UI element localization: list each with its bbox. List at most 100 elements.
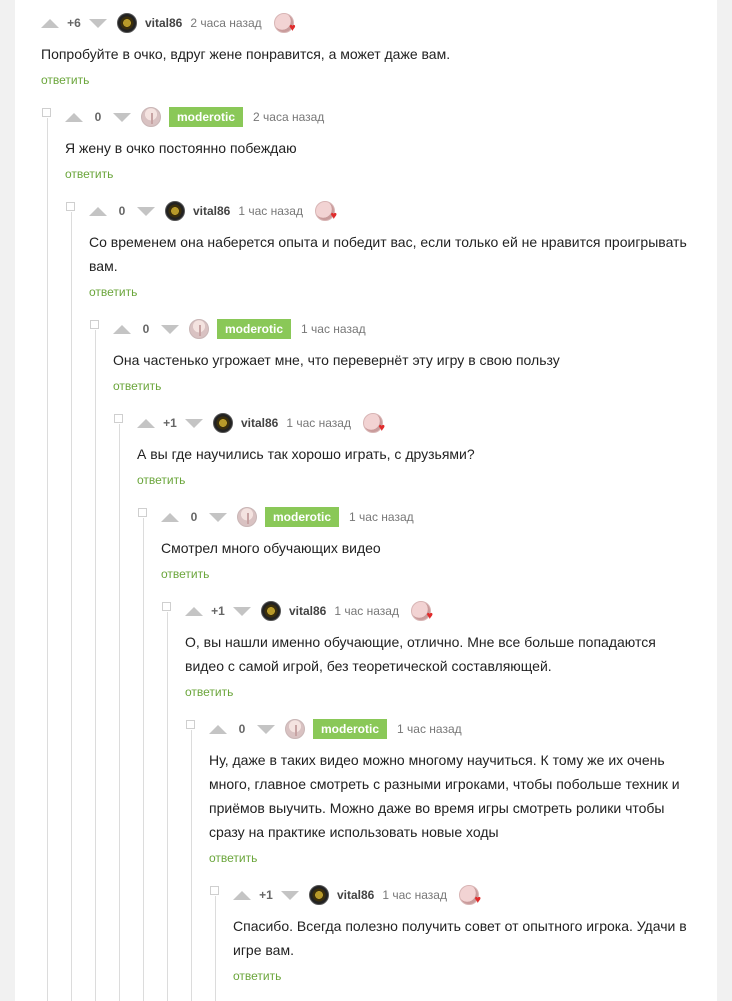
comment-header: 0 moderotic 1 час назад [209, 717, 474, 741]
thread-line[interactable] [95, 330, 96, 1001]
reply-link[interactable]: ответить [161, 567, 209, 581]
upvote-icon[interactable] [185, 606, 203, 616]
comment-header: 0 vital86 1 час назад ♥ [89, 199, 337, 223]
upvote-icon[interactable] [41, 18, 59, 28]
collapse-toggle[interactable] [162, 602, 171, 611]
downvote-icon[interactable] [113, 112, 131, 122]
upvote-icon[interactable] [65, 112, 83, 122]
rating-count: 0 [94, 110, 102, 124]
comment-text: Смотрел много обучающих видео [161, 540, 381, 556]
comments-thread: +6 vital86 2 часа назад ♥ Попробуйте в о… [15, 0, 717, 1001]
downvote-icon[interactable] [209, 512, 227, 522]
timestamp[interactable]: 1 час назад [397, 722, 462, 736]
timestamp[interactable]: 1 час назад [301, 322, 366, 336]
avatar[interactable] [141, 107, 161, 127]
comment-header: +6 vital86 2 часа назад ♥ [41, 11, 296, 35]
timestamp[interactable]: 2 часа назад [253, 110, 324, 124]
timestamp[interactable]: 1 час назад [286, 416, 351, 430]
award-icon[interactable]: ♥ [362, 413, 385, 434]
timestamp[interactable]: 1 час назад [349, 510, 414, 524]
heart-icon: ♥ [474, 894, 481, 906]
rating-count: +1 [163, 416, 177, 430]
heart-icon: ♥ [378, 422, 385, 434]
reply-link[interactable]: ответить [89, 285, 137, 299]
rating-count: 0 [190, 510, 198, 524]
rating-count: 0 [118, 204, 126, 218]
rating-count: +6 [67, 16, 81, 30]
rating-count: 0 [238, 722, 246, 736]
downvote-icon[interactable] [233, 606, 251, 616]
collapse-toggle[interactable] [90, 320, 99, 329]
avatar[interactable] [261, 601, 281, 621]
comment-text: Попробуйте в очко, вдруг жене понравится… [41, 46, 451, 62]
thread-line[interactable] [119, 424, 120, 1001]
username-badge[interactable]: moderotic [217, 319, 292, 339]
collapse-toggle[interactable] [42, 108, 51, 117]
timestamp[interactable]: 1 час назад [382, 888, 447, 902]
avatar[interactable] [189, 319, 209, 339]
collapse-toggle[interactable] [186, 720, 195, 729]
upvote-icon[interactable] [209, 724, 227, 734]
username[interactable]: vital86 [337, 888, 374, 902]
upvote-icon[interactable] [113, 324, 131, 334]
reply-link[interactable]: ответить [41, 73, 89, 87]
avatar[interactable] [309, 885, 329, 905]
collapse-toggle[interactable] [114, 414, 123, 423]
comment-header: +1 vital86 1 час назад ♥ [137, 411, 385, 435]
collapse-toggle[interactable] [138, 508, 147, 517]
award-icon[interactable]: ♥ [273, 13, 296, 34]
downvote-icon[interactable] [137, 206, 155, 216]
avatar[interactable] [165, 201, 185, 221]
comment-header: 0 moderotic 1 час назад [161, 505, 426, 529]
thread-line[interactable] [215, 896, 216, 1001]
avatar[interactable] [117, 13, 137, 33]
downvote-icon[interactable] [257, 724, 275, 734]
thread-line[interactable] [143, 518, 144, 1001]
reply-link[interactable]: ответить [65, 167, 113, 181]
collapse-toggle[interactable] [66, 202, 75, 211]
thread-line[interactable] [167, 612, 168, 1001]
username[interactable]: vital86 [145, 16, 182, 30]
username[interactable]: vital86 [193, 204, 230, 218]
upvote-icon[interactable] [137, 418, 155, 428]
rating-count: +1 [259, 888, 273, 902]
timestamp[interactable]: 2 часа назад [190, 16, 261, 30]
comment-header: +1 vital86 1 час назад ♥ [185, 599, 433, 623]
timestamp[interactable]: 1 час назад [238, 204, 303, 218]
downvote-icon[interactable] [161, 324, 179, 334]
upvote-icon[interactable] [161, 512, 179, 522]
heart-icon: ♥ [330, 210, 337, 222]
reply-link[interactable]: ответить [137, 473, 185, 487]
username-badge[interactable]: moderotic [313, 719, 388, 739]
upvote-icon[interactable] [89, 206, 107, 216]
thread-line[interactable] [191, 730, 192, 1001]
username[interactable]: vital86 [289, 604, 326, 618]
avatar[interactable] [285, 719, 305, 739]
reply-link[interactable]: ответить [113, 379, 161, 393]
thread-line[interactable] [47, 118, 48, 1001]
comment-text: А вы где научились так хорошо играть, с … [137, 446, 475, 462]
username-badge[interactable]: moderotic [265, 507, 340, 527]
username[interactable]: vital86 [241, 416, 278, 430]
reply-link[interactable]: ответить [209, 851, 257, 865]
collapse-toggle[interactable] [210, 886, 219, 895]
reply-link[interactable]: ответить [233, 969, 281, 983]
award-icon[interactable]: ♥ [314, 201, 337, 222]
award-icon[interactable]: ♥ [458, 885, 481, 906]
downvote-icon[interactable] [185, 418, 203, 428]
comment-text: Со временем она наберется опыта и победи… [89, 234, 687, 274]
heart-icon: ♥ [289, 22, 296, 34]
award-icon[interactable]: ♥ [410, 601, 433, 622]
comment-text: Я жену в очко постоянно побеждаю [65, 140, 297, 156]
avatar[interactable] [237, 507, 257, 527]
username-badge[interactable]: moderotic [169, 107, 244, 127]
avatar[interactable] [213, 413, 233, 433]
reply-link[interactable]: ответить [185, 685, 233, 699]
comment-header: 0 moderotic 2 часа назад [65, 105, 336, 129]
downvote-icon[interactable] [89, 18, 107, 28]
thread-line[interactable] [71, 212, 72, 1001]
upvote-icon[interactable] [233, 890, 251, 900]
downvote-icon[interactable] [281, 890, 299, 900]
comment-text: Ну, даже в таких видео можно многому нау… [209, 752, 680, 840]
timestamp[interactable]: 1 час назад [334, 604, 399, 618]
